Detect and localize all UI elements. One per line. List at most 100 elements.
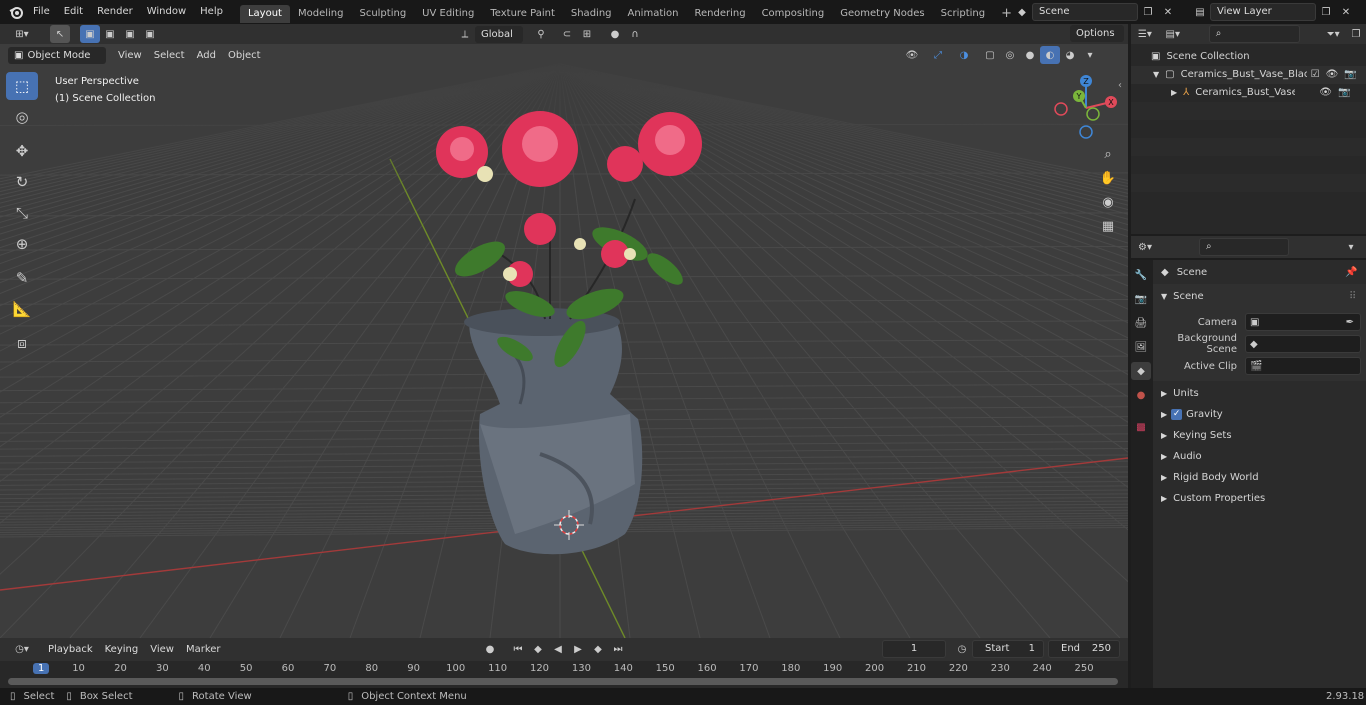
expand-right-icon[interactable]: ▶ [1171, 84, 1177, 102]
menu-playback[interactable]: Playback [42, 641, 99, 658]
display-mode-icon[interactable]: ▤▾ [1159, 25, 1187, 43]
object-eye-icon[interactable]: 👁 [1319, 84, 1332, 102]
navigation-gizmo[interactable]: Z X Y [1050, 72, 1124, 142]
tab-sculpting[interactable]: Sculpting [351, 5, 414, 23]
move-tool-icon[interactable]: ✥ [6, 137, 38, 165]
shading-options-icon[interactable]: ▾ [1080, 46, 1100, 64]
proportional-edit-icon[interactable]: ● [605, 25, 625, 43]
outliner-row-scene-collection[interactable]: ▣ Scene Collection [1131, 48, 1366, 66]
blender-logo-icon[interactable] [6, 3, 26, 21]
scene-tab-icon[interactable]: ◆ [1131, 362, 1151, 380]
outliner-editor-type-icon[interactable]: ☰▾ [1131, 25, 1159, 43]
panel-units[interactable]: ▶ Units [1153, 383, 1366, 404]
drag-handle-icon[interactable]: ⠿ [1349, 291, 1356, 302]
delete-scene-icon[interactable]: ✕ [1158, 3, 1178, 21]
properties-options-icon[interactable]: ▾ [1341, 238, 1361, 256]
select-box-tool-icon[interactable]: ⬚ [6, 72, 38, 100]
timeline-scrollbar[interactable] [8, 678, 1118, 685]
world-tab-icon[interactable]: ● [1131, 386, 1151, 404]
shading-solid-icon[interactable]: ● [1020, 46, 1040, 64]
options-dropdown[interactable]: Options [1070, 25, 1124, 42]
camera-field[interactable]: ▣ ✒ [1245, 313, 1361, 331]
jump-keyframe-back-icon[interactable]: ◆ [528, 640, 548, 658]
xray-toggle-icon[interactable]: ▢ [980, 46, 1000, 64]
visibility-icon[interactable]: 👁 [902, 46, 922, 64]
expand-down-icon[interactable]: ▼ [1153, 66, 1159, 84]
mode-dropdown[interactable]: ▣ Object Mode [8, 46, 106, 64]
record-icon[interactable]: ● [480, 640, 500, 658]
properties-editor-type-icon[interactable]: ⚙▾ [1131, 238, 1159, 256]
add-cube-tool-icon[interactable]: ⧈ [6, 329, 38, 357]
render-camera-icon[interactable]: 📷 [1344, 66, 1356, 84]
preview-range-icon[interactable]: ◷ [952, 640, 972, 658]
tab-rendering[interactable]: Rendering [686, 5, 753, 23]
panel-keying-sets[interactable]: ▶ Keying Sets [1153, 425, 1366, 446]
vase-model[interactable] [420, 104, 740, 564]
select-new-icon[interactable]: ▣ [80, 25, 100, 43]
panel-custom-properties[interactable]: ▶ Custom Properties [1153, 488, 1366, 509]
eyedropper-icon[interactable]: ✒ [1346, 317, 1354, 328]
view-layer-icon[interactable]: ▤ [1190, 3, 1210, 21]
proportional-falloff-icon[interactable]: ∩ [625, 25, 645, 43]
shading-material-icon[interactable]: ◐ [1040, 46, 1060, 64]
pan-hand-icon[interactable]: ✋ [1098, 166, 1118, 190]
select-invert-icon[interactable]: ▣ [140, 25, 160, 43]
play-icon[interactable]: ▶ [568, 640, 588, 658]
tab-compositing[interactable]: Compositing [754, 5, 833, 23]
exclude-checkbox-icon[interactable]: ☑ [1311, 66, 1320, 84]
jump-keyframe-forward-icon[interactable]: ◆ [588, 640, 608, 658]
overlay-toggle-icon[interactable]: ◑ [954, 46, 974, 64]
select-subtract-icon[interactable]: ▣ [120, 25, 140, 43]
active-clip-field[interactable]: 🎬 [1245, 357, 1361, 375]
scale-tool-icon[interactable]: ⤡ [6, 199, 38, 227]
outliner-row-object[interactable]: ▶ ⅄ Ceramics_Bust_Vase_Bla 👁 📷 [1131, 84, 1366, 102]
select-extend-icon[interactable]: ▣ [100, 25, 120, 43]
properties-search-input[interactable]: ⌕ [1199, 238, 1289, 256]
cursor-tool-icon[interactable]: ◎ [6, 103, 38, 131]
outliner-row-collection[interactable]: ▼ ▢ Ceramics_Bust_Vase_Black_v ☑ 👁 📷 [1131, 66, 1366, 84]
panel-gravity[interactable]: ▶ ✓ Gravity [1153, 404, 1366, 425]
select-tool-icon[interactable]: ↖ [50, 25, 70, 43]
transform-orientation-dropdown[interactable]: Global [475, 25, 523, 43]
start-frame-field[interactable]: Start 1 [972, 640, 1044, 658]
outliner-search-input[interactable]: ⌕ [1208, 25, 1301, 43]
3d-viewport[interactable]: User Perspective (1) Scene Collection Z … [0, 44, 1128, 638]
menu-object[interactable]: Object [222, 50, 267, 61]
scene-icon[interactable]: ◆ [1012, 3, 1032, 21]
transform-tool-icon[interactable]: ⊕ [6, 230, 38, 258]
scene-panel-header[interactable]: ▼ Scene ⠿ [1153, 284, 1366, 308]
editor-type-icon[interactable]: ⊞▾ [8, 25, 36, 43]
timeline-editor-type-icon[interactable]: ◷▾ [8, 641, 36, 659]
texture-tab-icon[interactable]: ▩ [1131, 418, 1151, 436]
view-layer-tab-icon[interactable]: 🖼 [1131, 338, 1151, 356]
shading-rendered-icon[interactable]: ◕ [1060, 46, 1080, 64]
frame-ruler[interactable]: 1 10 20 30 40 50 60 70 80 90 100 110 120 130 140 150 160… [0, 661, 1128, 677]
menu-help[interactable]: Help [193, 0, 230, 24]
tool-tab-icon[interactable]: 🔧 [1131, 266, 1151, 284]
tab-layout[interactable]: Layout [239, 4, 290, 23]
timeline[interactable]: 1 10 20 30 40 50 60 70 80 90 100 110 120 130 140 150 160… [0, 661, 1128, 688]
output-tab-icon[interactable]: 🖨 [1131, 314, 1151, 332]
panel-rigid-body-world[interactable]: ▶ Rigid Body World [1153, 467, 1366, 488]
camera-view-icon[interactable]: ◉ [1098, 190, 1118, 214]
tab-scripting[interactable]: Scripting [933, 5, 993, 23]
menu-select[interactable]: Select [148, 50, 191, 61]
jump-end-icon[interactable]: ⏭ [608, 640, 628, 658]
filter-icon[interactable]: ⏷▾ [1320, 25, 1346, 43]
play-reverse-icon[interactable]: ◀ [548, 640, 568, 658]
annotate-tool-icon[interactable]: ✎ [6, 264, 38, 292]
menu-add[interactable]: Add [191, 50, 222, 61]
transform-orientation-icon[interactable]: ⟂ [455, 25, 475, 43]
background-scene-field[interactable]: ◆ [1245, 335, 1361, 353]
pivot-point-icon[interactable]: ⚲ [531, 25, 551, 43]
panel-audio[interactable]: ▶ Audio [1153, 446, 1366, 467]
tab-geometry-nodes[interactable]: Geometry Nodes [832, 5, 932, 23]
menu-marker[interactable]: Marker [180, 644, 227, 655]
delete-view-layer-icon[interactable]: ✕ [1336, 3, 1356, 21]
new-view-layer-icon[interactable]: ❐ [1316, 3, 1336, 21]
menu-timeline-view[interactable]: View [144, 644, 180, 655]
zoom-icon[interactable]: ⌕ [1098, 142, 1118, 166]
sidebar-toggle-icon[interactable]: ‹ [1118, 80, 1122, 91]
3d-cursor-icon[interactable] [554, 510, 584, 540]
current-frame-field[interactable]: 1 [882, 640, 946, 658]
